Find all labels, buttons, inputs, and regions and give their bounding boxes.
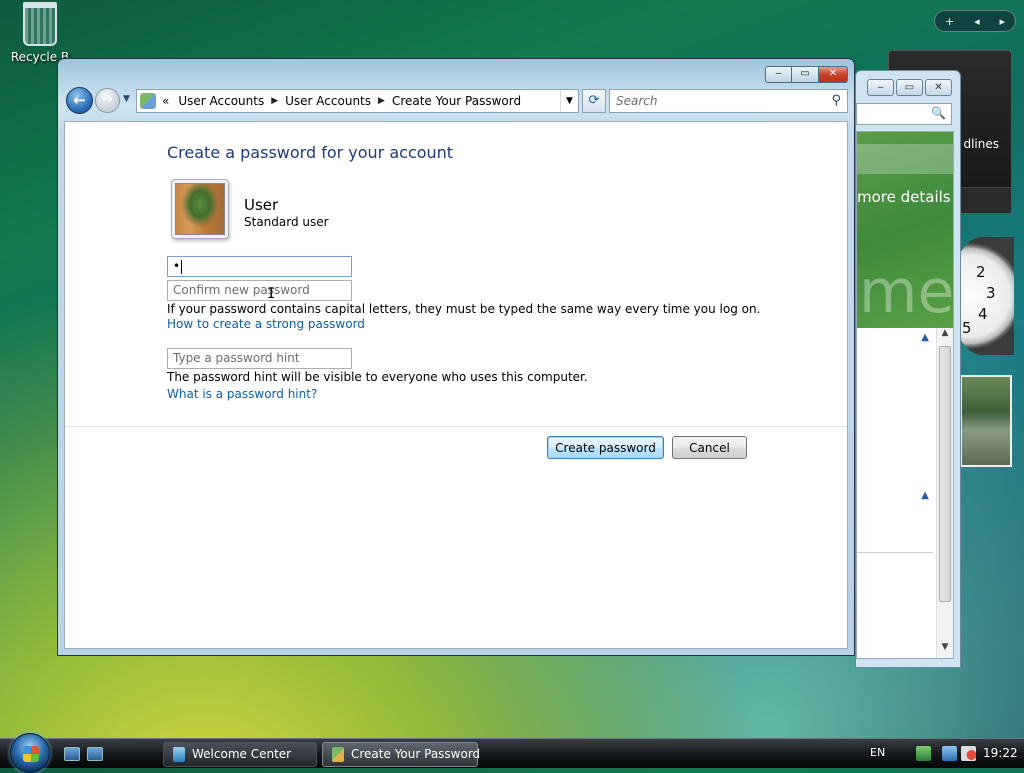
user-account-type: Standard user <box>244 215 329 229</box>
close-button[interactable]: ✕ <box>925 79 952 96</box>
text-caret <box>181 259 183 274</box>
next-gadget-button[interactable]: ▸ <box>1000 15 1006 28</box>
window-controls: ‒ ▭ ✕ <box>765 66 848 83</box>
network-icon[interactable] <box>942 746 957 761</box>
breadcrumb-create-password[interactable]: Create Your Password <box>392 94 521 108</box>
feed-gadget-label: dlines <box>963 137 999 151</box>
banner-band <box>857 144 953 174</box>
breadcrumb-user-accounts-sub[interactable]: User Accounts <box>285 94 371 108</box>
welcome-center-window[interactable]: ‒ ▭ ✕ 🔍 more details me ▲ ▲ ▲ ▼ <box>855 70 961 668</box>
page-title: Create a password for your account <box>167 143 454 162</box>
close-button[interactable]: ✕ <box>819 66 848 83</box>
banner-big-text: me <box>859 257 955 327</box>
navigation-bar: ← → ▼ « User Accounts ▶ User Accounts ▶ … <box>64 86 848 116</box>
windows-update-icon[interactable] <box>916 746 931 761</box>
language-indicator[interactable]: EN <box>870 746 885 759</box>
password-hint-placeholder: Type a password hint <box>173 351 300 365</box>
search-icon: 🔍 <box>931 106 946 120</box>
add-gadget-button[interactable]: + <box>945 15 954 28</box>
clock-number: 5 <box>962 319 972 337</box>
taskbar-item-label: Welcome Center <box>192 747 292 761</box>
start-button[interactable] <box>10 733 50 773</box>
control-panel-icon <box>140 93 156 109</box>
switch-windows-icon[interactable] <box>87 747 103 761</box>
search-input[interactable]: Search ⚲ <box>609 89 848 113</box>
breadcrumb-separator-icon[interactable]: ▶ <box>271 96 278 106</box>
section-divider <box>857 552 933 553</box>
sidebar-controls: + ◂ ▸ <box>934 10 1016 32</box>
slideshow-gadget[interactable] <box>960 375 1012 467</box>
strong-password-link[interactable]: How to create a strong password <box>167 317 365 331</box>
cancel-button[interactable]: Cancel <box>672 436 747 459</box>
breadcrumb-separator-icon[interactable]: ▶ <box>378 96 385 106</box>
refresh-button[interactable]: ⟳ <box>582 89 606 113</box>
clock-time[interactable]: 19:22 <box>983 746 1018 760</box>
recent-pages-dropdown[interactable]: ▼ <box>123 94 130 104</box>
recycle-bin[interactable]: Recycle B <box>6 2 74 64</box>
more-details-link[interactable]: more details <box>857 188 951 206</box>
confirm-password-field[interactable]: Confirm new password <box>167 280 352 301</box>
maximize-button[interactable]: ▭ <box>896 79 923 96</box>
main-content: Create a password for your account User … <box>64 121 848 649</box>
volume-muted-icon[interactable] <box>961 746 976 761</box>
chevron-up-icon[interactable]: ▲ <box>921 332 929 343</box>
recycle-bin-icon <box>23 2 57 46</box>
breadcrumb-overflow-button[interactable]: « <box>162 94 169 108</box>
forward-button[interactable]: → <box>95 88 120 113</box>
create-password-window: ‒ ▭ ✕ ← → ▼ « User Accounts ▶ User Accou… <box>57 58 855 656</box>
taskbar-item-label: Create Your Password <box>351 747 481 761</box>
scroll-up-arrow-icon[interactable]: ▲ <box>937 328 953 344</box>
search-placeholder: Search <box>616 94 658 108</box>
welcome-center-content: more details me ▲ ▲ ▲ ▼ <box>856 131 954 659</box>
minimize-button[interactable]: ‒ <box>765 66 792 83</box>
minimize-button[interactable]: ‒ <box>867 79 894 96</box>
welcome-banner: more details me <box>857 132 955 328</box>
scroll-down-arrow-icon[interactable]: ▼ <box>937 642 953 658</box>
maximize-button[interactable]: ▭ <box>792 66 819 83</box>
password-hint-help-link[interactable]: What is a password hint? <box>167 387 317 401</box>
address-dropdown-icon[interactable]: ▼ <box>560 90 578 112</box>
show-desktop-icon[interactable] <box>64 747 80 761</box>
back-button[interactable]: ← <box>66 87 93 114</box>
create-password-button[interactable]: Create password <box>547 436 664 459</box>
new-password-field[interactable]: • <box>167 256 352 277</box>
avatar-picture <box>175 183 225 235</box>
clock-number: 2 <box>976 263 986 281</box>
text-cursor-icon: I <box>267 286 276 302</box>
new-password-value: • <box>173 259 181 273</box>
user-name: User <box>244 196 279 214</box>
clock-number: 4 <box>978 305 988 323</box>
confirm-password-placeholder: Confirm new password <box>173 283 310 297</box>
address-bar[interactable]: « User Accounts ▶ User Accounts ▶ Create… <box>136 89 579 113</box>
clock-number: 3 <box>986 284 996 302</box>
prev-gadget-button[interactable]: ◂ <box>974 15 980 28</box>
taskbar-item-create-password[interactable]: Create Your Password <box>322 742 481 767</box>
breadcrumb-user-accounts[interactable]: User Accounts <box>178 94 264 108</box>
background-search-input[interactable]: 🔍 <box>856 103 952 125</box>
taskbar: Welcome Center Create Your Password EN 1… <box>0 733 1024 773</box>
hint-visibility-note: The password hint will be visible to eve… <box>167 370 588 384</box>
button-divider <box>65 426 847 427</box>
user-accounts-icon <box>332 747 344 762</box>
user-avatar <box>171 179 229 239</box>
taskbar-item-welcome-center[interactable]: Welcome Center <box>163 742 317 767</box>
search-icon[interactable]: ⚲ <box>831 93 841 108</box>
capital-letters-note: If your password contains capital letter… <box>167 302 761 316</box>
vertical-scrollbar[interactable]: ▲ ▼ <box>936 328 953 658</box>
password-hint-field[interactable]: Type a password hint <box>167 348 352 369</box>
chevron-up-icon[interactable]: ▲ <box>921 490 929 501</box>
scrollbar-thumb[interactable] <box>939 346 951 602</box>
background-window-controls: ‒ ▭ ✕ <box>867 79 952 96</box>
welcome-center-icon <box>173 747 185 762</box>
